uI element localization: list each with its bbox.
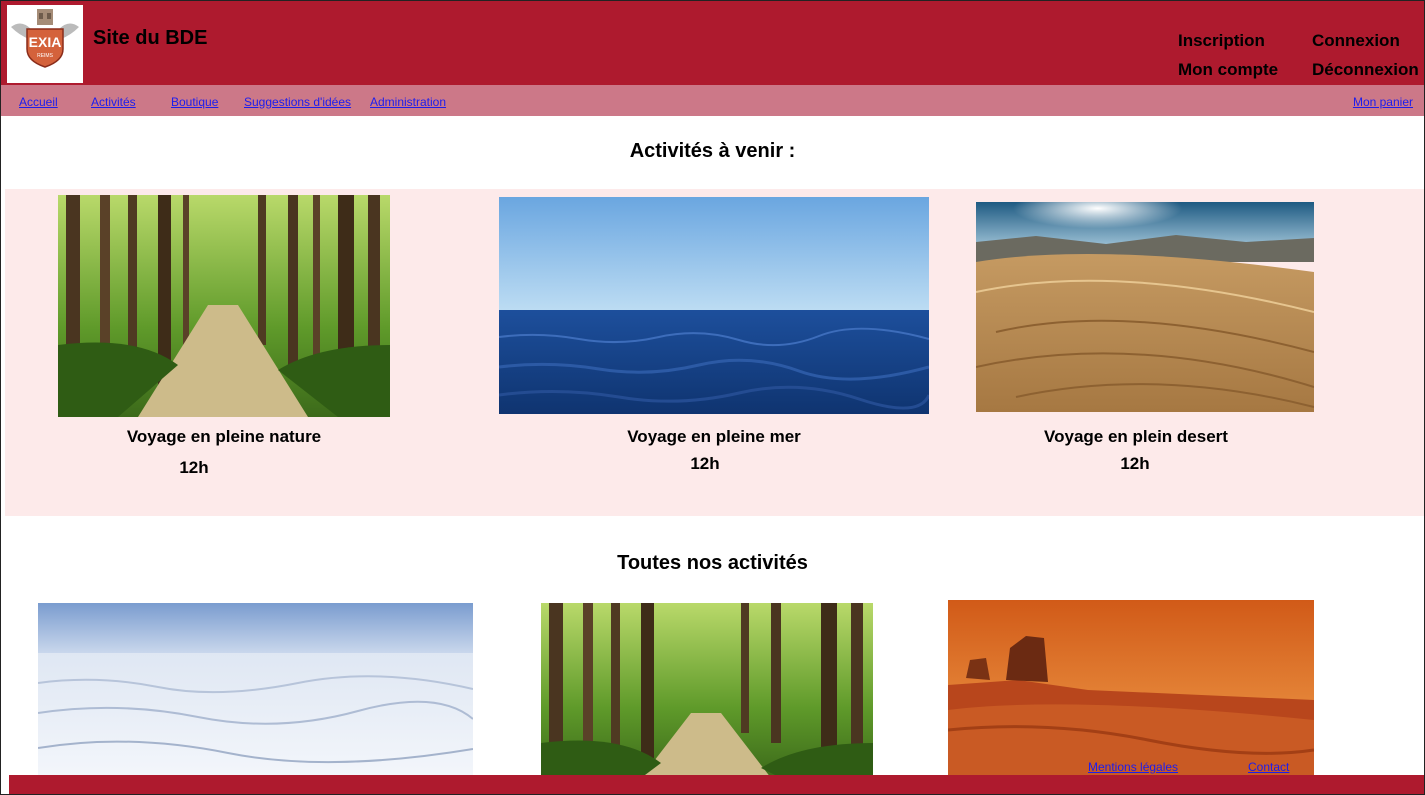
mentions-legales-link[interactable]: Mentions légales <box>1088 760 1178 774</box>
activity-image-desert[interactable] <box>976 202 1314 412</box>
activity-image-red-rocks[interactable] <box>948 600 1314 778</box>
inscription-link[interactable]: Inscription <box>1178 31 1265 51</box>
nav-item-administration[interactable]: Administration <box>370 95 446 109</box>
mon-compte-link[interactable]: Mon compte <box>1178 60 1278 80</box>
upcoming-title: Activités à venir : <box>629 140 796 162</box>
activity-image-snow[interactable] <box>38 603 473 778</box>
contact-link[interactable]: Contact <box>1248 760 1289 774</box>
logo-emblem-icon: EXIA REIMS <box>11 9 79 68</box>
deconnexion-link[interactable]: Déconnexion <box>1312 60 1419 80</box>
activity-image-forest[interactable] <box>58 195 390 417</box>
svg-text:REIMS: REIMS <box>37 53 54 59</box>
nav-item-activites[interactable]: Activités <box>91 95 136 109</box>
all-activities-title: Toutes nos activités <box>617 552 808 574</box>
cart-link[interactable]: Mon panier <box>1353 95 1413 109</box>
nav-item-suggestions[interactable]: Suggestions d'idées <box>244 95 351 109</box>
nav-item-boutique[interactable]: Boutique <box>171 95 218 109</box>
site-title: Site du BDE <box>93 27 208 49</box>
activity-time: 12h <box>179 458 209 477</box>
site-footer: Mentions légales Contact <box>9 760 1424 794</box>
site-header: EXIA REIMS Site du BDE Inscription Conne… <box>1 1 1424 85</box>
activity-title: Voyage en pleine mer <box>627 427 801 446</box>
activity-time: 12h <box>1120 454 1150 473</box>
svg-text:EXIA: EXIA <box>29 34 62 50</box>
exia-logo[interactable]: EXIA REIMS <box>7 5 83 83</box>
connexion-link[interactable]: Connexion <box>1312 31 1400 51</box>
activity-time: 12h <box>690 454 720 473</box>
activity-title: Voyage en plein desert <box>1044 427 1228 446</box>
activity-image-sea[interactable] <box>499 197 929 414</box>
activity-title: Voyage en pleine nature <box>126 427 322 446</box>
activity-image-forest[interactable] <box>541 603 873 778</box>
main-nav: Accueil Activités Boutique Suggestions d… <box>1 85 1424 116</box>
nav-item-accueil[interactable]: Accueil <box>19 95 58 109</box>
page-frame: EXIA REIMS Site du BDE Inscription Conne… <box>0 0 1425 795</box>
